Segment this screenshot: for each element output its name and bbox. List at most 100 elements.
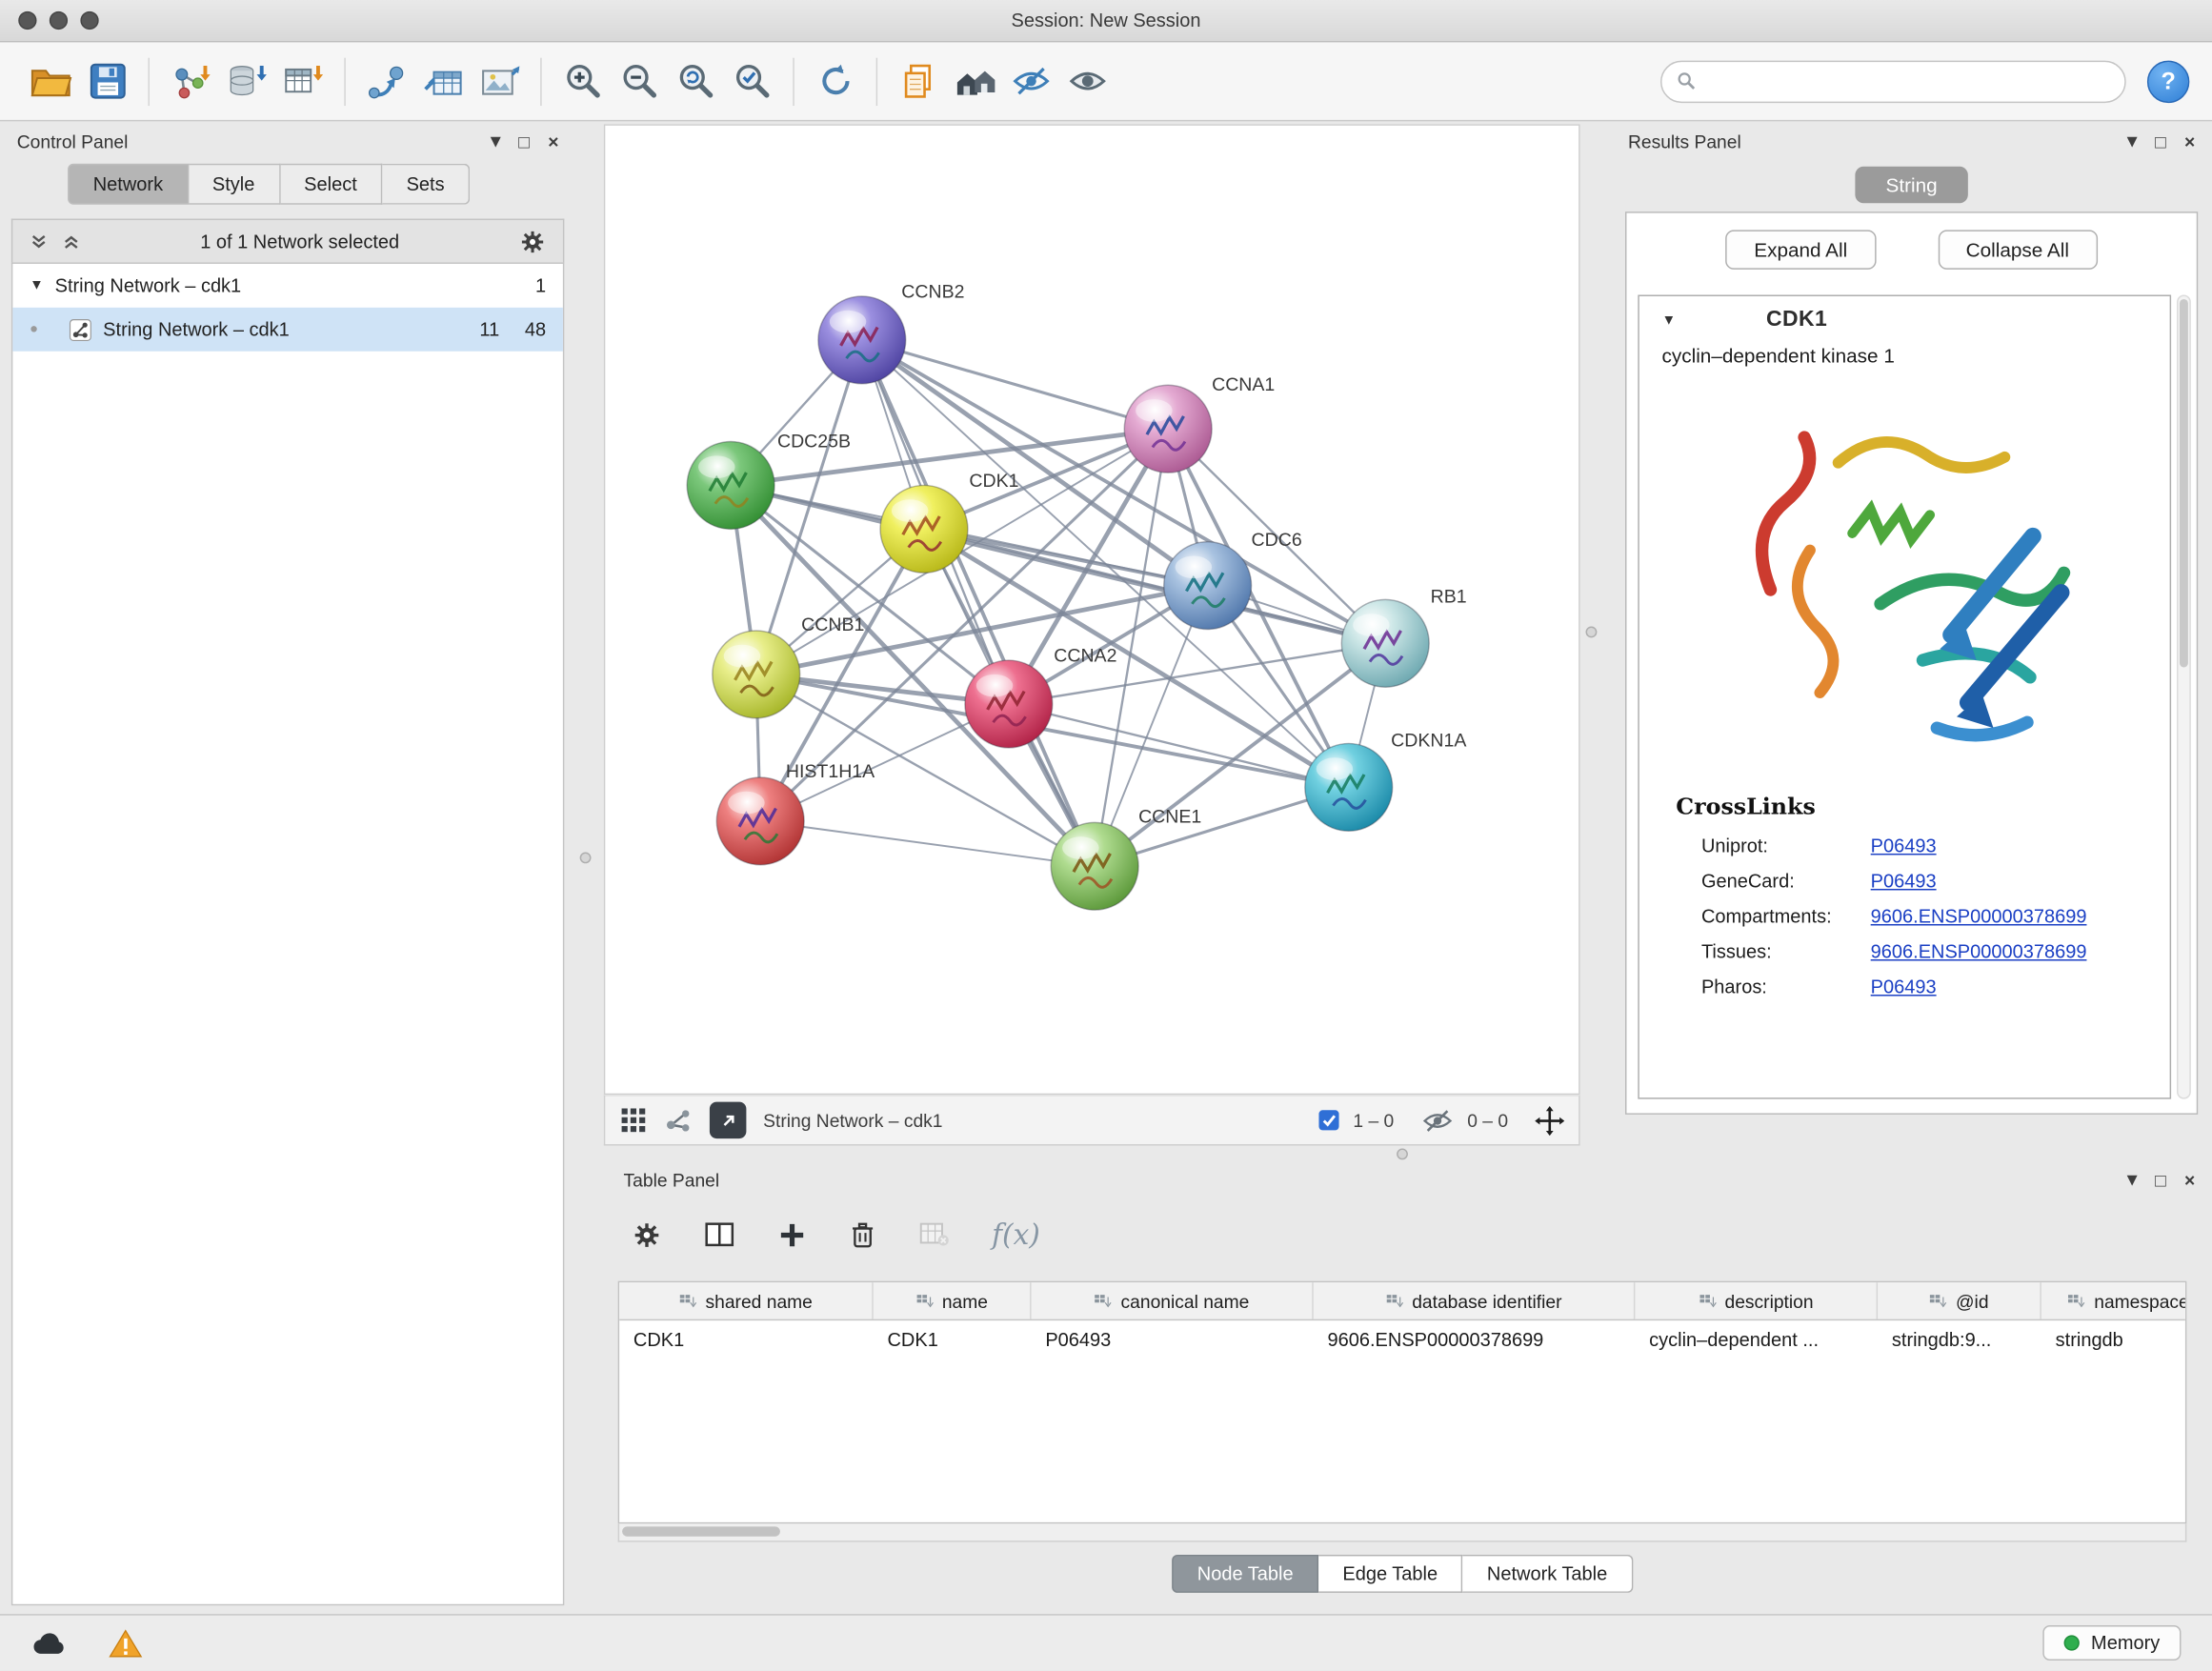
column-header-namespace[interactable]: namespace bbox=[2041, 1282, 2187, 1319]
column-header-description[interactable]: description bbox=[1635, 1282, 1878, 1319]
function-builder-button[interactable]: f(x) bbox=[992, 1218, 1040, 1252]
panel-close-icon[interactable]: × bbox=[548, 131, 558, 151]
table-cell[interactable]: CDK1 bbox=[874, 1329, 1032, 1350]
table-settings-gear-icon[interactable] bbox=[632, 1219, 661, 1249]
horizontal-splitter-handle[interactable] bbox=[1397, 1148, 1408, 1159]
tab-string[interactable]: String bbox=[1855, 167, 1968, 204]
open-session-button[interactable] bbox=[23, 51, 79, 111]
network-node-CDC25B[interactable] bbox=[687, 442, 774, 530]
column-header-canonical-name[interactable]: canonical name bbox=[1032, 1282, 1314, 1319]
network-node-CCNA1[interactable] bbox=[1124, 385, 1212, 473]
panel-collapse-icon[interactable]: ▾ bbox=[491, 130, 500, 152]
help-button[interactable]: ? bbox=[2147, 60, 2189, 102]
cloud-icon[interactable] bbox=[31, 1629, 70, 1658]
network-node-CDK1[interactable] bbox=[880, 485, 968, 573]
network-node-RB1[interactable] bbox=[1341, 599, 1429, 687]
network-node-CCNA2[interactable] bbox=[965, 660, 1053, 748]
network-view[interactable]: CCNB2CCNA1CDC25BCDK1CDC6RB1CCNB1CCNA2CDK… bbox=[604, 124, 1580, 1095]
grid-view-icon[interactable] bbox=[619, 1106, 648, 1135]
network-node-CCNE1[interactable] bbox=[1051, 822, 1138, 910]
network-node-HIST1H1A[interactable] bbox=[716, 777, 804, 865]
table-row[interactable]: CDK1CDK1P064939606.ENSP00000378699cyclin… bbox=[619, 1320, 2185, 1359]
export-image-button[interactable] bbox=[472, 51, 528, 111]
table-horizontal-scrollbar[interactable] bbox=[618, 1523, 2187, 1541]
network-edge[interactable] bbox=[862, 340, 1095, 866]
delete-column-trash-icon[interactable] bbox=[850, 1219, 876, 1249]
crosslink-value-link[interactable]: 9606.ENSP00000378699 bbox=[1871, 941, 2087, 962]
zoom-out-button[interactable] bbox=[611, 51, 667, 111]
tab-sets[interactable]: Sets bbox=[382, 164, 470, 205]
column-header--id[interactable]: @id bbox=[1878, 1282, 2041, 1319]
panel-float-icon[interactable]: □ bbox=[518, 131, 530, 151]
panel-float-icon[interactable]: □ bbox=[2155, 1169, 2166, 1190]
table-cell[interactable]: stringdb bbox=[2041, 1329, 2187, 1350]
crosslink-value-link[interactable]: P06493 bbox=[1871, 836, 1937, 856]
tab-style[interactable]: Style bbox=[189, 164, 280, 205]
tab-network-table[interactable]: Network Table bbox=[1463, 1555, 1633, 1593]
vertical-splitter-handle[interactable] bbox=[1586, 627, 1598, 638]
network-node-CCNB1[interactable] bbox=[713, 631, 800, 718]
show-all-button[interactable] bbox=[1059, 51, 1116, 111]
add-column-plus-icon[interactable] bbox=[777, 1219, 807, 1249]
network-node-CCNB2[interactable] bbox=[818, 296, 906, 384]
vertical-splitter-handle[interactable] bbox=[580, 852, 592, 863]
import-table-from-file-button[interactable] bbox=[275, 51, 332, 111]
network-row-selected[interactable]: ● String Network – cdk1 11 48 bbox=[12, 308, 563, 352]
selected-checkbox-icon[interactable] bbox=[1317, 1109, 1340, 1132]
save-session-button[interactable] bbox=[79, 51, 135, 111]
results-scrollbar[interactable] bbox=[2177, 295, 2191, 1099]
show-columns-icon[interactable] bbox=[704, 1220, 735, 1249]
column-header-database-identifier[interactable]: database identifier bbox=[1314, 1282, 1636, 1319]
network-node-CDC6[interactable] bbox=[1164, 542, 1252, 630]
gear-icon[interactable] bbox=[519, 229, 546, 255]
crosslink-value-link[interactable]: P06493 bbox=[1871, 871, 1937, 892]
chevrons-down-icon[interactable] bbox=[30, 232, 48, 251]
tab-network[interactable]: Network bbox=[68, 164, 189, 205]
tab-edge-table[interactable]: Edge Table bbox=[1318, 1555, 1463, 1593]
warning-icon[interactable] bbox=[109, 1627, 143, 1659]
refresh-network-view-button[interactable] bbox=[807, 51, 863, 111]
zoom-in-button[interactable] bbox=[554, 51, 611, 111]
open-in-new-window-button[interactable] bbox=[710, 1102, 747, 1139]
new-network-from-selection-button[interactable] bbox=[358, 51, 414, 111]
search-box[interactable] bbox=[1660, 60, 2126, 102]
new-table-button[interactable] bbox=[414, 51, 471, 111]
table-cell[interactable]: 9606.ENSP00000378699 bbox=[1314, 1329, 1636, 1350]
collapse-all-button[interactable]: Collapse All bbox=[1938, 230, 2098, 269]
table-cell[interactable]: cyclin–dependent ... bbox=[1635, 1329, 1878, 1350]
tab-node-table[interactable]: Node Table bbox=[1172, 1555, 1318, 1593]
hide-selected-button[interactable] bbox=[1003, 51, 1059, 111]
panel-collapse-icon[interactable]: ▾ bbox=[2127, 1168, 2137, 1191]
zoom-selected-region-button[interactable] bbox=[724, 51, 780, 111]
network-edge[interactable] bbox=[760, 821, 1095, 866]
network-canvas[interactable]: CCNB2CCNA1CDC25BCDK1CDC6RB1CCNB1CCNA2CDK… bbox=[605, 126, 1579, 1094]
panel-close-icon[interactable]: × bbox=[2184, 131, 2195, 151]
column-header-shared-name[interactable]: shared name bbox=[619, 1282, 874, 1319]
import-network-from-file-button[interactable] bbox=[162, 51, 218, 111]
panel-collapse-icon[interactable]: ▾ bbox=[2127, 130, 2137, 152]
table-scrollbar-thumb[interactable] bbox=[622, 1526, 780, 1536]
search-input[interactable] bbox=[1705, 70, 2110, 91]
table-cell[interactable]: P06493 bbox=[1032, 1329, 1314, 1350]
zoom-fit-content-button[interactable] bbox=[667, 51, 723, 111]
panel-float-icon[interactable]: □ bbox=[2155, 131, 2166, 151]
panel-close-icon[interactable]: × bbox=[2184, 1169, 2195, 1190]
birdseye-view-icon[interactable] bbox=[665, 1106, 694, 1135]
move-crosshair-icon[interactable] bbox=[1535, 1105, 1564, 1135]
section-disclosure-icon[interactable]: ▼ bbox=[1662, 312, 1677, 328]
chevrons-up-icon[interactable] bbox=[62, 232, 80, 251]
memory-button[interactable]: Memory bbox=[2043, 1625, 2182, 1661]
expand-all-button[interactable]: Expand All bbox=[1726, 230, 1876, 269]
network-edge[interactable] bbox=[862, 340, 1168, 429]
network-collection-row[interactable]: ▼ String Network – cdk1 1 bbox=[12, 264, 563, 308]
network-node-CDKN1A[interactable] bbox=[1305, 743, 1393, 831]
hidden-eye-slash-icon[interactable] bbox=[1420, 1105, 1455, 1135]
import-network-from-database-button[interactable] bbox=[219, 51, 275, 111]
crosslink-value-link[interactable]: P06493 bbox=[1871, 976, 1937, 997]
results-scrollbar-thumb[interactable] bbox=[2180, 299, 2188, 668]
birdseye-home-button[interactable] bbox=[947, 51, 1003, 111]
table-cell[interactable]: stringdb:9... bbox=[1878, 1329, 2041, 1350]
crosslink-value-link[interactable]: 9606.ENSP00000378699 bbox=[1871, 906, 2087, 927]
table-cell[interactable]: CDK1 bbox=[619, 1329, 874, 1350]
copy-document-button[interactable] bbox=[890, 51, 946, 111]
